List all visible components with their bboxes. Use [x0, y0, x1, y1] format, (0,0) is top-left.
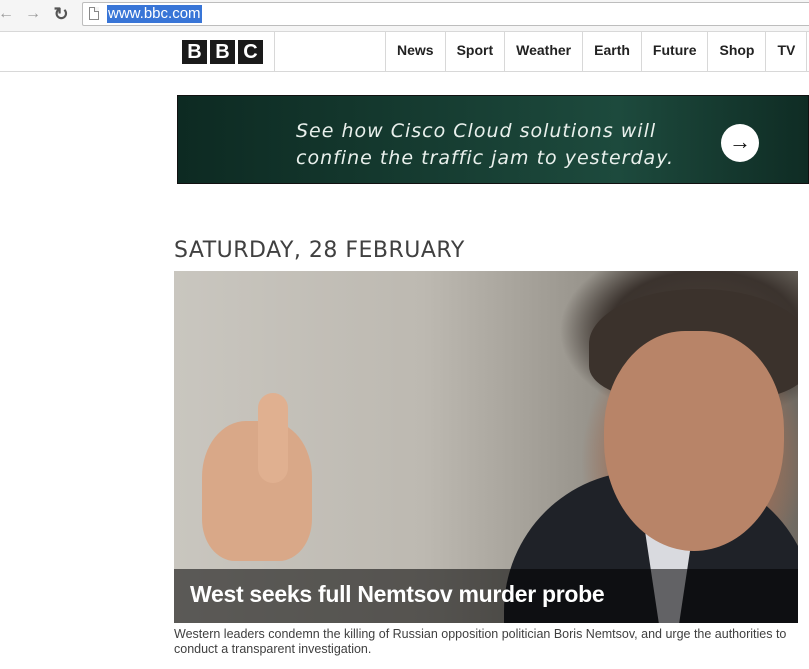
- arrow-right-icon[interactable]: →: [721, 124, 759, 162]
- address-bar[interactable]: www.bbc.com: [82, 2, 809, 26]
- nav-item-tv[interactable]: TV: [765, 32, 806, 71]
- browser-toolbar: ← → ↻ www.bbc.com: [0, 0, 809, 32]
- reload-icon[interactable]: ↻: [52, 5, 70, 23]
- hero-headline[interactable]: West seeks full Nemtsov murder probe: [190, 581, 605, 608]
- url-text[interactable]: www.bbc.com: [107, 5, 202, 23]
- ad-text-line: See how Cisco Cloud solutions will: [296, 120, 657, 142]
- nav-item-shop[interactable]: Shop: [707, 32, 765, 71]
- hero-image-finger: [258, 393, 288, 483]
- nav-item-news[interactable]: News: [385, 32, 445, 71]
- back-arrow-icon[interactable]: ←: [0, 5, 15, 23]
- nav-item-future[interactable]: Future: [640, 32, 708, 71]
- ad-text: See how Cisco Cloud solutions will confi…: [296, 118, 716, 172]
- forward-arrow-icon[interactable]: →: [24, 5, 42, 23]
- main-nav: News Sport Weather Earth Future Shop TV …: [385, 32, 809, 71]
- hero-summary: Western leaders condemn the killing of R…: [174, 627, 787, 656]
- nav-item-sport[interactable]: Sport: [444, 32, 505, 71]
- nav-item-earth[interactable]: Earth: [582, 32, 641, 71]
- site-header: B B C News Sport Weather Earth Future Sh…: [0, 32, 809, 72]
- logo-letter: B: [210, 40, 235, 64]
- ad-text-line: confine the traffic jam to yesterday.: [296, 147, 674, 169]
- ad-banner[interactable]: See how Cisco Cloud solutions will confi…: [177, 95, 809, 184]
- page-icon: [89, 7, 99, 20]
- logo-letter: B: [182, 40, 207, 64]
- hero-story[interactable]: West seeks full Nemtsov murder probe: [174, 271, 798, 623]
- logo-letter: C: [238, 40, 263, 64]
- bbc-logo[interactable]: B B C: [182, 40, 263, 64]
- header-divider: [274, 32, 275, 71]
- nav-item-weather[interactable]: Weather: [504, 32, 582, 71]
- hero-image-hand: [202, 421, 312, 561]
- date-heading: SATURDAY, 28 FEBRUARY: [174, 238, 465, 263]
- hero-image-face: [604, 331, 784, 551]
